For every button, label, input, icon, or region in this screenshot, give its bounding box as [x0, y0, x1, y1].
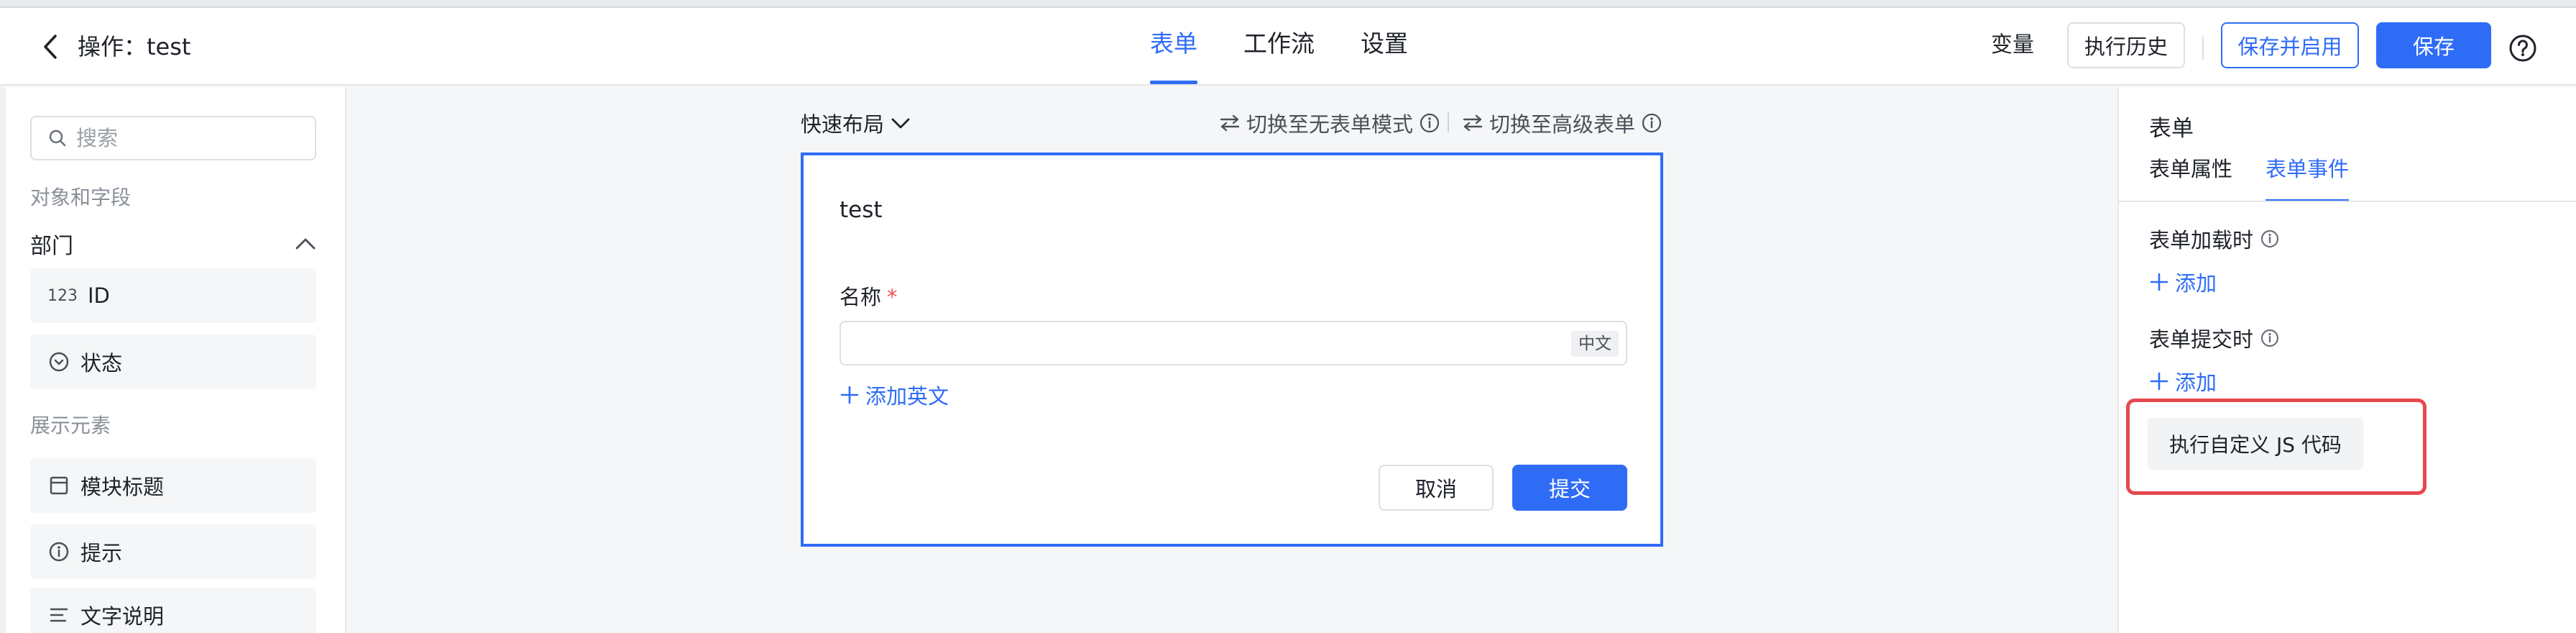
left-edge	[0, 87, 6, 633]
text-lines-icon	[47, 604, 70, 627]
add-english-link[interactable]: 添加英文	[840, 380, 949, 410]
element-item-label: 文字说明	[80, 604, 165, 629]
tab-form-events[interactable]: 表单事件	[2266, 155, 2350, 202]
tab-workflow[interactable]: 工作流	[1243, 8, 1315, 84]
left-panel: 对象和字段 部门 123 ID 状态 展示元素 模块标题 提示 文字说明	[0, 87, 346, 633]
quick-layout-dropdown[interactable]: 快速布局	[801, 108, 911, 138]
element-item-text-desc[interactable]: 文字说明	[30, 588, 316, 633]
tab-divider	[2119, 201, 2576, 202]
language-tag: 中文	[1571, 331, 1619, 357]
chevron-up-icon	[295, 238, 316, 250]
search-icon	[49, 129, 66, 147]
search-input[interactable]	[76, 126, 306, 150]
name-input[interactable]: 中文	[840, 321, 1627, 365]
tab-settings[interactable]: 设置	[1361, 8, 1408, 84]
add-label: 添加	[2175, 370, 2217, 395]
info-icon[interactable]	[2259, 228, 2281, 250]
elements-section-label: 展示元素	[30, 414, 111, 437]
add-on-load-button[interactable]: 添加	[2149, 267, 2217, 297]
chevron-left-icon	[44, 35, 57, 59]
objects-section-label: 对象和字段	[30, 186, 132, 209]
top-header: 操作：test 表单 工作流 设置 变量 执行历史 保存并启用 保存	[0, 8, 2576, 86]
plus-icon	[2150, 273, 2168, 291]
on-submit-label: 表单提交时	[2149, 327, 2254, 352]
help-icon[interactable]	[2507, 32, 2539, 64]
cancel-button[interactable]: 取消	[1379, 465, 1494, 511]
on-load-label: 表单加载时	[2149, 228, 2254, 252]
field-item-id[interactable]: 123 ID	[30, 268, 316, 323]
on-submit-event: 表单提交时	[2149, 323, 2281, 353]
back-button[interactable]	[37, 31, 63, 63]
run-custom-js-option[interactable]: 执行自定义 JS 代码	[2148, 418, 2363, 470]
element-item-label: 提示	[80, 541, 123, 565]
submit-button[interactable]: 提交	[1512, 465, 1627, 511]
search-box[interactable]	[30, 116, 316, 160]
header-divider	[2202, 37, 2204, 60]
save-button[interactable]: 保存	[2376, 22, 2491, 68]
variables-button[interactable]: 变量	[1991, 31, 2034, 60]
required-mark: *	[887, 285, 898, 309]
right-panel-title: 表单	[2149, 116, 2194, 142]
right-panel-tabs: 表单属性 表单事件	[2149, 155, 2382, 202]
chevron-circle-icon	[47, 350, 70, 373]
save-and-enable-button[interactable]: 保存并启用	[2221, 22, 2359, 68]
add-label: 添加	[2175, 271, 2217, 296]
group-department[interactable]: 部门	[30, 229, 316, 259]
group-department-label: 部门	[30, 234, 73, 259]
info-icon	[1642, 113, 1662, 133]
form-preview-card[interactable]: test 名称 * 中文 添加英文 取消 提交	[801, 152, 1663, 547]
info-icon	[1420, 113, 1440, 133]
toolbar-divider	[1448, 112, 1449, 132]
element-item-tip[interactable]: 提示	[30, 524, 316, 579]
tab-form[interactable]: 表单	[1150, 8, 1197, 84]
field-item-label: ID	[88, 283, 110, 308]
quick-layout-label: 快速布局	[801, 112, 885, 137]
name-label-text: 名称	[840, 285, 882, 309]
name-field-label: 名称 *	[840, 281, 898, 311]
element-item-block-title[interactable]: 模块标题	[30, 458, 316, 513]
info-icon	[47, 540, 70, 563]
main-tabs: 表单 工作流 设置	[1150, 8, 1454, 84]
switch-advanced-form-link[interactable]: 切换至高级表单	[1462, 108, 1662, 138]
tab-form-properties[interactable]: 表单属性	[2149, 155, 2232, 202]
block-title-icon	[47, 474, 70, 497]
page-title: 操作：test	[78, 33, 191, 60]
switch-advanced-label: 切换至高级表单	[1489, 112, 1636, 137]
chevron-down-icon	[891, 118, 910, 129]
switch-no-form-label: 切换至无表单模式	[1246, 112, 1414, 137]
add-on-submit-button[interactable]: 添加	[2149, 366, 2217, 396]
info-icon[interactable]	[2259, 327, 2281, 349]
swap-icon	[1220, 114, 1240, 132]
number-icon: 123	[47, 286, 78, 305]
switch-no-form-link[interactable]: 切换至无表单模式	[1219, 108, 1440, 138]
on-load-event: 表单加载时	[2149, 224, 2281, 254]
right-panel: 表单 表单属性 表单事件 表单加载时 添加 表单提交时 添加 执行自定义 JS …	[2117, 87, 2576, 633]
field-item-status[interactable]: 状态	[30, 334, 316, 389]
field-item-label: 状态	[80, 351, 123, 375]
add-english-label: 添加英文	[865, 384, 949, 409]
execution-history-button[interactable]: 执行历史	[2067, 22, 2185, 68]
form-title: test	[840, 197, 883, 223]
element-item-label: 模块标题	[80, 475, 165, 499]
window-top-edge	[0, 0, 2576, 6]
plus-icon	[840, 386, 859, 404]
plus-icon	[2150, 372, 2168, 391]
swap-icon	[1463, 114, 1483, 132]
